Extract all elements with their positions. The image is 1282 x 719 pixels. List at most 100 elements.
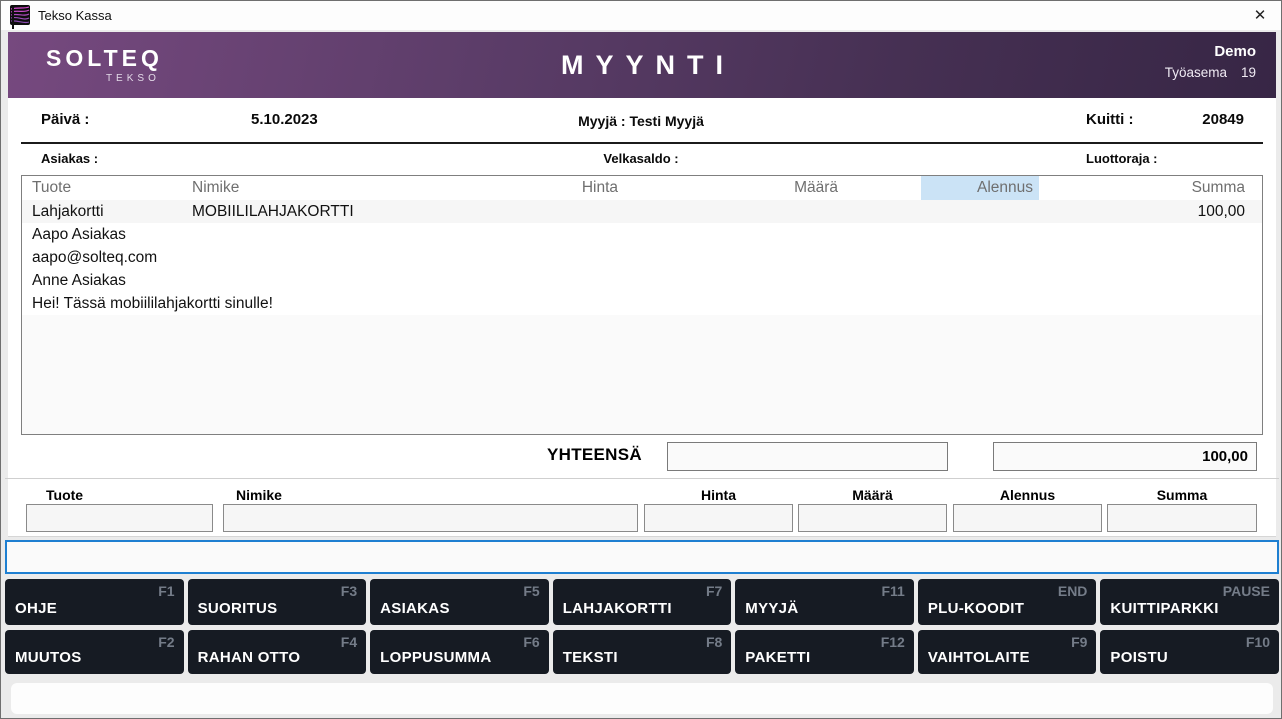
cell-tuote: aapo@solteq.com [32, 246, 157, 269]
titlebar: Tekso Kassa ✕ [1, 1, 1281, 30]
header-banner: SOLTEQ TEKSO MYYNTI Demo Työasema 19 [8, 32, 1276, 98]
maara-input[interactable] [798, 504, 947, 532]
button-label: PLU-KOODIT [928, 600, 1024, 617]
receipt-value: 20849 [1202, 111, 1244, 128]
entry-label-nimike: Nimike [236, 487, 282, 503]
cell-nimike: MOBIILILAHJAKORTTI [192, 200, 354, 223]
lahjakortti-button[interactable]: LAHJAKORTTI F7 [553, 579, 732, 625]
button-label: LAHJAKORTTI [563, 600, 672, 617]
brand-name: SOLTEQ [46, 45, 163, 72]
button-hotkey: F4 [341, 634, 357, 650]
entry-label-hinta: Hinta [644, 487, 793, 503]
page-title: MYYNTI [561, 32, 735, 98]
column-header-maara: Määrä [794, 176, 838, 200]
button-hotkey: PAUSE [1223, 583, 1270, 599]
entry-label-tuote: Tuote [46, 487, 83, 503]
workstation-label: Työasema [1165, 65, 1227, 80]
column-header-nimike: Nimike [192, 176, 239, 200]
button-hotkey: F2 [158, 634, 174, 650]
plu-koodit-button[interactable]: PLU-KOODIT END [918, 579, 1097, 625]
cell-tuote: Anne Asiakas [32, 269, 126, 292]
session-info: Demo Työasema 19 [1165, 43, 1256, 80]
column-header-alennus-highlighted: Alennus [921, 176, 1039, 200]
section-divider [5, 478, 1279, 479]
button-hotkey: F12 [881, 634, 905, 650]
total-amount: 100,00 [993, 442, 1257, 471]
myyja-button[interactable]: MYYJÄ F11 [735, 579, 914, 625]
entry-label-maara: Määrä [798, 487, 947, 503]
hinta-input[interactable] [644, 504, 793, 532]
button-hotkey: F9 [1071, 634, 1087, 650]
button-label: SUORITUS [198, 600, 278, 617]
credit-label: Luottoraja : [1086, 151, 1158, 166]
summa-input[interactable] [1107, 504, 1257, 532]
button-label: LOPPUSUMMA [380, 649, 491, 666]
button-label: ASIAKAS [380, 600, 450, 617]
table-row[interactable]: aapo@solteq.com [22, 246, 1262, 269]
window-title: Tekso Kassa [38, 1, 112, 30]
cell-tuote: Aapo Asiakas [32, 223, 126, 246]
table-row[interactable]: Lahjakortti MOBIILILAHJAKORTTI 100,00 [22, 200, 1262, 223]
button-hotkey: F5 [523, 583, 539, 599]
cell-summa: 100,00 [1198, 200, 1245, 223]
button-hotkey: F11 [881, 583, 904, 599]
nimike-input[interactable] [223, 504, 638, 532]
command-input[interactable] [5, 540, 1279, 574]
sale-table: Tuote Nimike Hinta Määrä Alennus Summa L… [21, 175, 1263, 435]
table-row[interactable]: Hei! Tässä mobiililahjakortti sinulle! [22, 292, 1262, 315]
poistu-button[interactable]: POISTU F10 [1100, 630, 1279, 674]
alennus-input[interactable] [953, 504, 1102, 532]
close-icon[interactable]: ✕ [1245, 1, 1275, 30]
command-input-wrap [5, 540, 1279, 574]
app-window: Tekso Kassa ✕ SOLTEQ TEKSO MYYNTI Demo T… [0, 0, 1282, 719]
column-header-summa: Summa [1192, 176, 1245, 200]
button-hotkey: F1 [158, 583, 174, 599]
column-header-tuote: Tuote [32, 176, 71, 200]
cell-tuote: Lahjakortti [32, 200, 104, 223]
paketti-button[interactable]: PAKETTI F12 [735, 630, 914, 674]
button-hotkey: F7 [706, 583, 722, 599]
teksti-button[interactable]: TEKSTI F8 [553, 630, 732, 674]
button-hotkey: END [1058, 583, 1088, 599]
asiakas-button[interactable]: ASIAKAS F5 [370, 579, 549, 625]
muutos-button[interactable]: MUUTOS F2 [5, 630, 184, 674]
button-label: MUUTOS [15, 649, 82, 666]
button-label: PAKETTI [745, 649, 810, 666]
total-entry-field[interactable] [667, 442, 948, 471]
vaihtolaite-button[interactable]: VAIHTOLAITE F9 [918, 630, 1097, 674]
button-label: POISTU [1110, 649, 1168, 666]
table-empty-area [22, 315, 1262, 434]
kuittiparkki-button[interactable]: KUITTIPARKKI PAUSE [1100, 579, 1279, 625]
loppusumma-button[interactable]: LOPPUSUMMA F6 [370, 630, 549, 674]
button-label: MYYJÄ [745, 600, 798, 617]
button-label: OHJE [15, 600, 57, 617]
divider-line [21, 142, 1263, 144]
text-caret [12, 7, 14, 29]
table-row[interactable]: Anne Asiakas [22, 269, 1262, 292]
button-label: TEKSTI [563, 649, 618, 666]
table-row[interactable]: Aapo Asiakas [22, 223, 1262, 246]
ohje-button[interactable]: OHJE F1 [5, 579, 184, 625]
total-label: YHTEENSÄ [547, 445, 642, 465]
suoritus-button[interactable]: SUORITUS F3 [188, 579, 367, 625]
column-header-hinta: Hinta [582, 176, 618, 200]
cell-tuote: Hei! Tässä mobiililahjakortti sinulle! [32, 292, 273, 315]
entry-label-summa: Summa [1107, 487, 1257, 503]
button-label: VAIHTOLAITE [928, 649, 1030, 666]
sale-table-header: Tuote Nimike Hinta Määrä Alennus Summa [22, 176, 1262, 200]
solteq-logo: SOLTEQ TEKSO [46, 45, 163, 84]
button-hotkey: F6 [523, 634, 539, 650]
button-hotkey: F8 [706, 634, 722, 650]
function-key-grid: OHJE F1 SUORITUS F3 ASIAKAS F5 LAHJAKORT… [5, 579, 1279, 674]
workstation-value: 19 [1241, 65, 1256, 80]
session-mode: Demo [1165, 43, 1256, 60]
tuote-input[interactable] [26, 504, 213, 532]
brand-subname: TEKSO [46, 73, 163, 84]
rahan-otto-button[interactable]: RAHAN OTTO F4 [188, 630, 367, 674]
button-hotkey: F10 [1246, 634, 1270, 650]
status-message-bar [11, 683, 1273, 714]
button-hotkey: F3 [341, 583, 357, 599]
button-label: RAHAN OTTO [198, 649, 301, 666]
button-label: KUITTIPARKKI [1110, 600, 1218, 617]
receipt-label: Kuitti : [1086, 111, 1133, 128]
